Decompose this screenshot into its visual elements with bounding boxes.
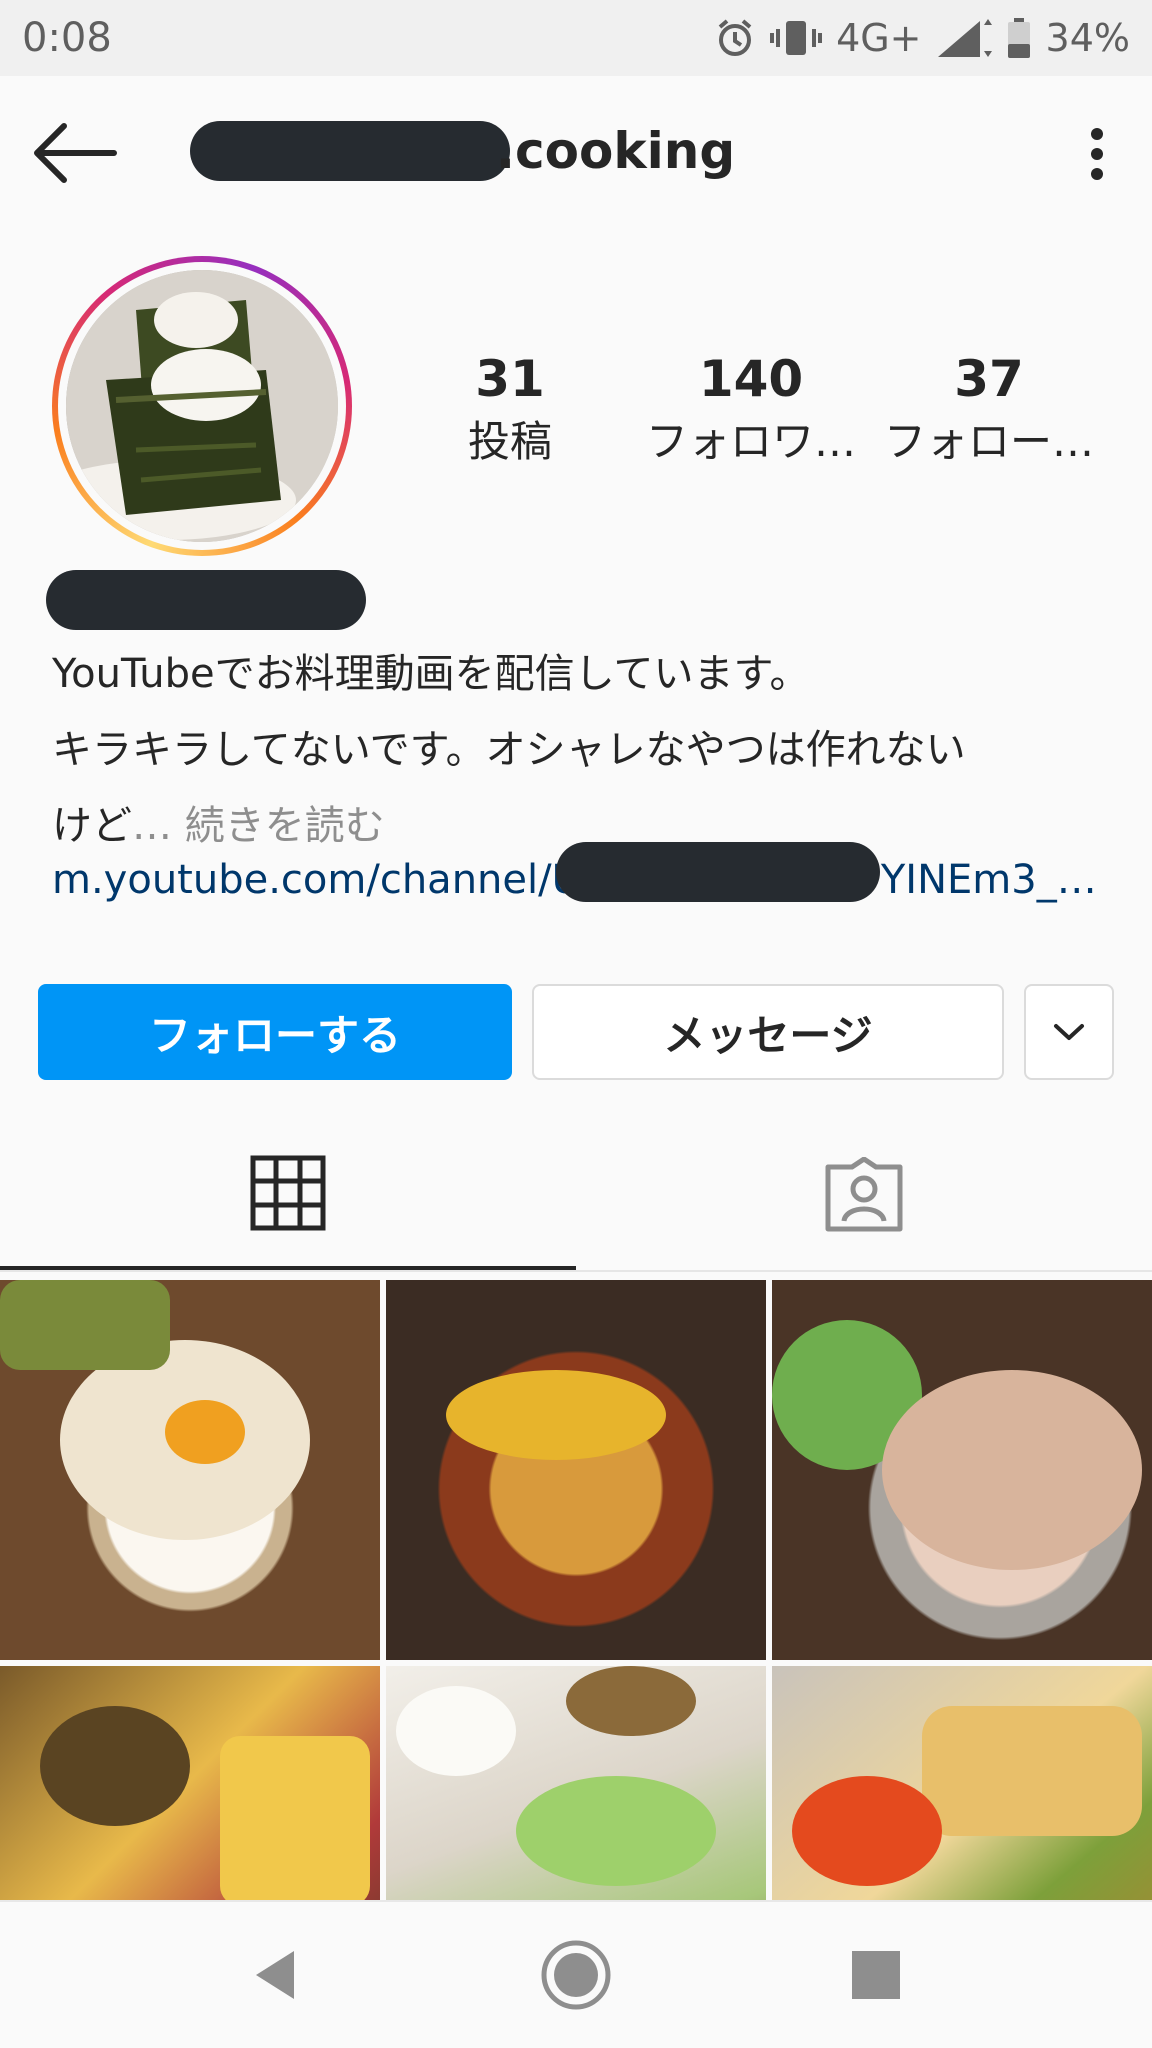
stat-followers-label: フォロワ… (646, 417, 857, 466)
link-suffix: YINEm3_… (880, 857, 1097, 903)
profile-avatar[interactable] (52, 256, 352, 556)
more-options-button[interactable] (1082, 124, 1112, 184)
post-thumbnail-6[interactable] (772, 1666, 1152, 1900)
posts-grid (0, 1280, 1152, 1900)
tab-posts-grid[interactable] (0, 1120, 576, 1270)
alarm-icon (718, 19, 752, 56)
avatar-image (66, 270, 338, 542)
read-more-link[interactable]: … 続きを読む (132, 803, 385, 849)
stat-followers-count: 140 (698, 350, 804, 408)
back-button[interactable] (30, 120, 120, 186)
stat-posts-label: 投稿 (467, 417, 552, 466)
chevron-down-icon (1054, 1024, 1084, 1040)
bio-line-1: YouTubeでお料理動画を配信しています。 (52, 651, 810, 697)
battery-percent: 34% (1045, 16, 1130, 60)
nav-recents-button[interactable] (836, 1935, 916, 2015)
profile-username: .cooking (190, 116, 735, 186)
post-thumbnail-1[interactable] (0, 1280, 380, 1660)
follow-button[interactable]: フォローする (38, 984, 512, 1080)
nav-back-button[interactable] (236, 1935, 316, 2015)
onigiri-image (66, 270, 338, 542)
stat-following-count: 37 (954, 350, 1024, 408)
profile-topbar: .cooking (0, 76, 1152, 230)
more-vert-icon (1091, 128, 1103, 180)
network-type: 4G+ (836, 16, 922, 60)
username-redaction (190, 121, 510, 181)
back-triangle-icon (256, 1951, 294, 1999)
post-thumbnail-2[interactable] (386, 1280, 766, 1660)
post-thumbnail-5[interactable] (386, 1666, 766, 1900)
message-button[interactable]: メッセージ (532, 984, 1004, 1080)
status-time: 0:08 (22, 15, 112, 61)
username-text: .cooking (496, 122, 736, 180)
profile-stats: 31 投稿 140 フォロワ… 37 フォロー… (440, 346, 1120, 476)
stat-following-label: フォロー… (884, 417, 1095, 466)
profile-tabs (0, 1120, 1152, 1272)
status-icons: 4G+ 34% (714, 16, 1130, 60)
stat-posts[interactable]: 31 投稿 (440, 346, 580, 472)
post-thumbnail-3[interactable] (772, 1280, 1152, 1660)
grid-icon (250, 1155, 326, 1231)
back-arrow-icon (34, 123, 117, 183)
display-name-redaction (46, 570, 366, 630)
stat-following[interactable]: 37 フォロー… (884, 346, 1094, 472)
bio-line-3-text: けど (52, 803, 132, 849)
system-nav-bar (0, 1900, 1152, 2048)
nav-home-button[interactable] (536, 1935, 616, 2015)
link-redaction (556, 842, 880, 902)
post-thumbnail-4[interactable] (0, 1666, 380, 1900)
stat-followers[interactable]: 140 フォロワ… (646, 346, 856, 472)
status-bar: 0:08 4G+ 34% (0, 0, 1152, 76)
signal-icon (937, 19, 992, 57)
battery-icon (1007, 18, 1030, 58)
vibrate-icon (770, 21, 823, 55)
suggested-dropdown-button[interactable] (1024, 984, 1114, 1080)
link-prefix: m.youtube.com/channel/U (52, 857, 581, 903)
recents-square-icon (852, 1951, 900, 1999)
profile-bio: YouTubeでお料理動画を配信しています。 キラキラしてないです。オシャレなや… (52, 636, 1112, 864)
tagged-user-icon (825, 1157, 903, 1232)
home-circle-icon (541, 1940, 611, 2010)
bio-line-2: キラキラしてないです。オシャレなやつは作れない (52, 727, 966, 773)
stat-posts-count: 31 (475, 350, 545, 408)
tab-tagged[interactable] (576, 1120, 1152, 1270)
